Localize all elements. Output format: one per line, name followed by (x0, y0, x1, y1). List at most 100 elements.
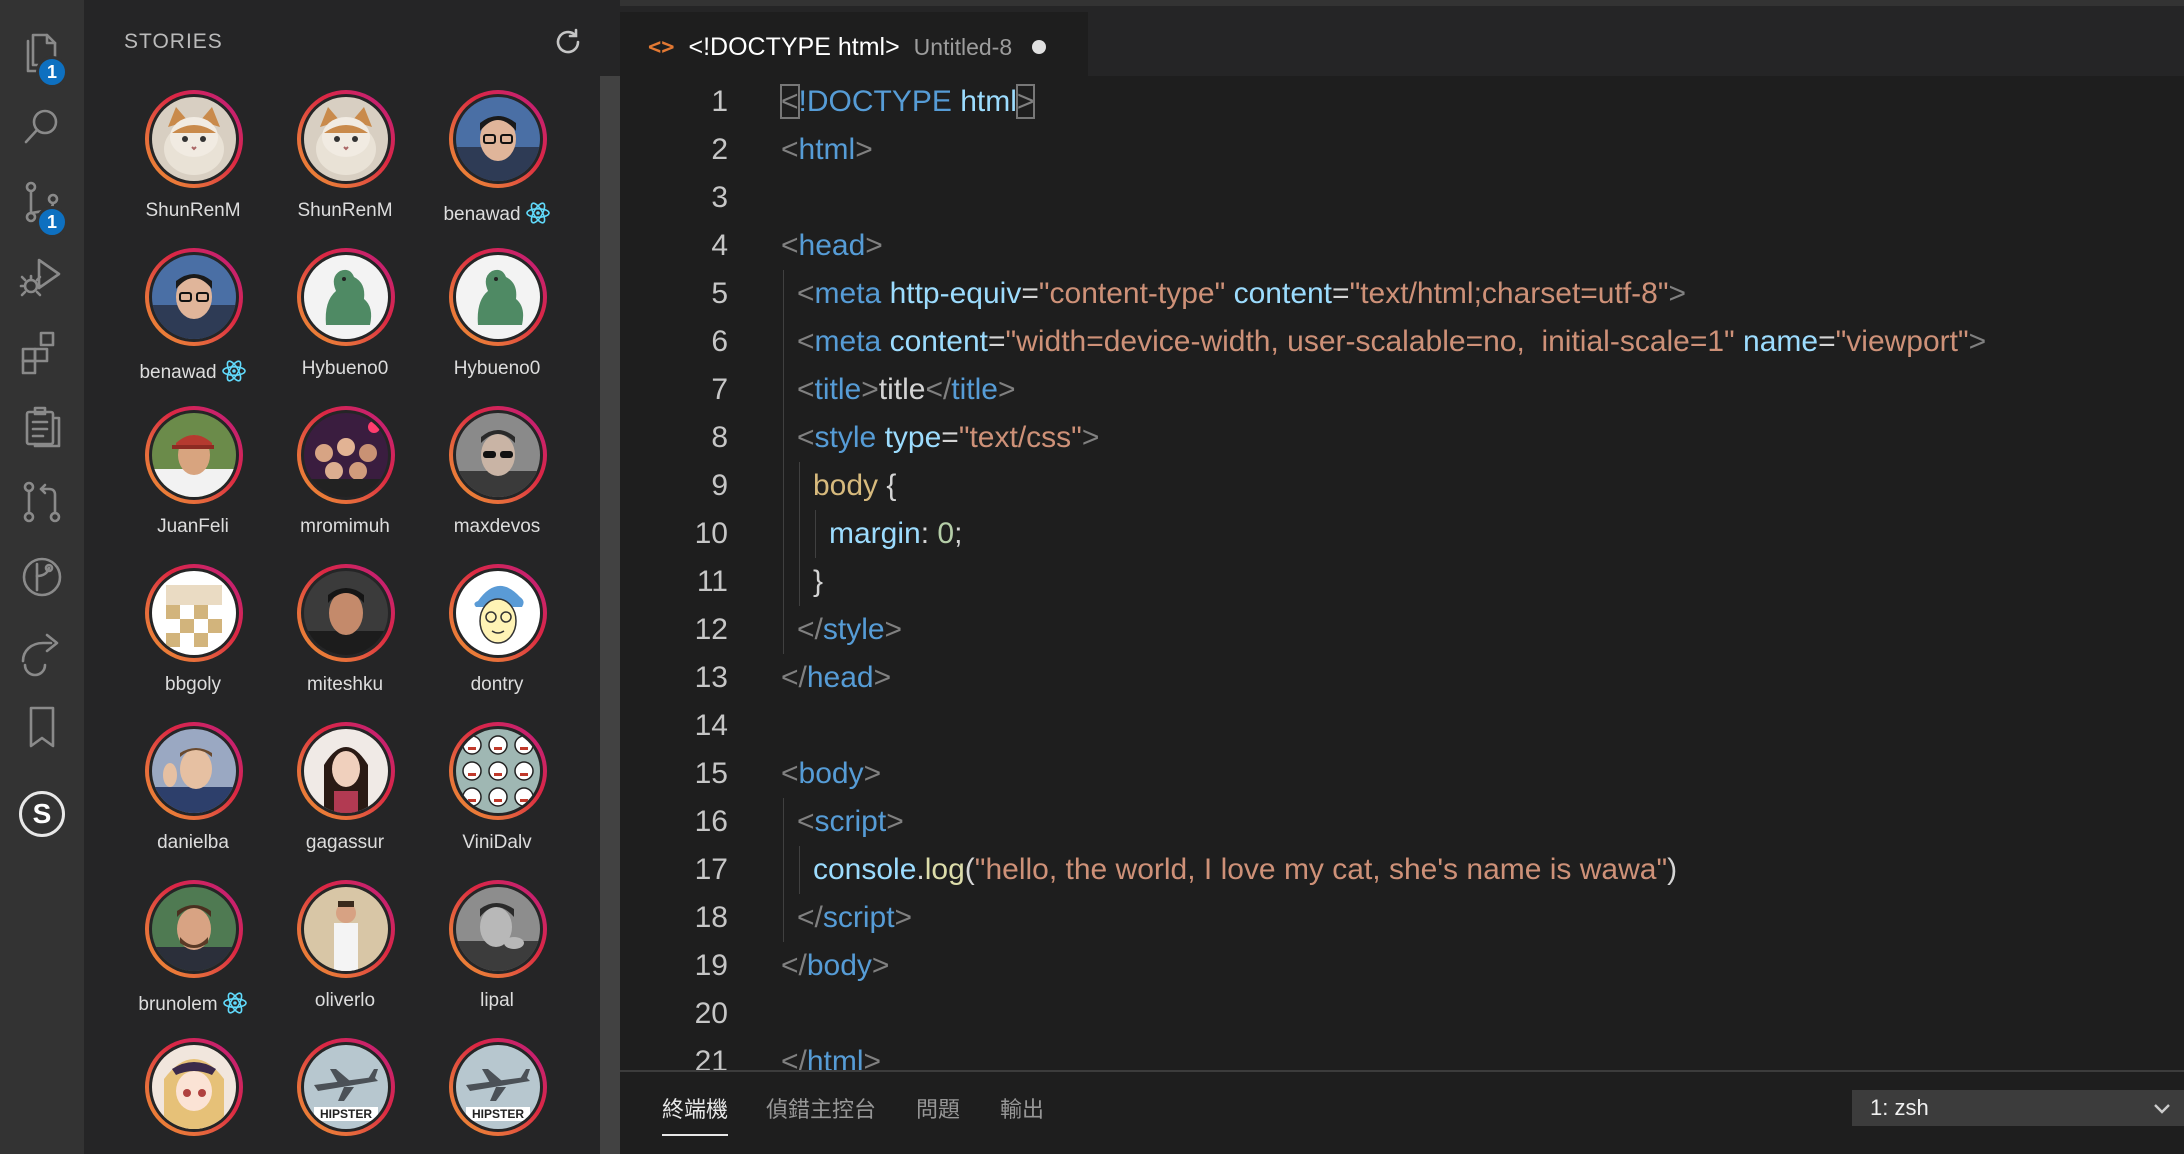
code-line[interactable]: 17 console.log("hello, the world, I love … (620, 846, 2184, 894)
clipboard-icon (17, 402, 67, 457)
story-ring[interactable] (297, 564, 395, 662)
unsaved-dot-icon[interactable] (1032, 40, 1047, 54)
code-editor[interactable]: 1 <!DOCTYPE html> 2 <html> 3 4 <head> 5 <meta ht… (620, 76, 2184, 1070)
story-item[interactable]: Hybueno0 (421, 248, 573, 406)
story-item[interactable]: JuanFeli (117, 406, 269, 564)
code-token: = (1818, 325, 1836, 358)
story-ring[interactable] (297, 406, 395, 504)
story-item[interactable]: HIPSTER (421, 1038, 573, 1154)
avatar-caption: HIPSTER (319, 1107, 372, 1121)
story-ring[interactable] (449, 880, 547, 978)
story-ring[interactable]: HIPSTER (449, 1038, 547, 1136)
story-item[interactable]: benawad (117, 248, 269, 406)
tab-description: Untitled-8 (913, 33, 1013, 60)
editor-tab[interactable]: <> <!DOCTYPE html> Untitled-8 (620, 12, 1088, 82)
code-line[interactable]: 10 margin: 0; (620, 510, 2184, 558)
story-item[interactable]: miteshku (269, 564, 421, 722)
code-line[interactable]: 4 <head> (620, 222, 2184, 270)
story-item[interactable]: HIPSTER (269, 1038, 421, 1154)
story-item[interactable]: ViniDalv (421, 722, 573, 880)
story-item[interactable]: mromimuh (269, 406, 421, 564)
refresh-icon[interactable] (552, 26, 584, 58)
story-item[interactable]: bbgoly (117, 564, 269, 722)
story-item[interactable]: benawad (421, 90, 573, 248)
story-item[interactable]: oliverlo (269, 880, 421, 1038)
activity-run-debug-button[interactable] (0, 237, 84, 321)
story-ring[interactable] (145, 90, 243, 188)
story-ring[interactable] (297, 722, 395, 820)
code-line[interactable]: 11} (620, 558, 2184, 606)
story-item[interactable]: ShunRenM (269, 90, 421, 248)
story-ring[interactable]: HIPSTER (297, 1038, 395, 1136)
story-item[interactable]: Hybueno0 (269, 248, 421, 406)
story-username-text: oliverlo (314, 990, 376, 1011)
story-ring[interactable] (449, 248, 547, 346)
story-item[interactable]: danielba (117, 722, 269, 880)
code-token: < (797, 277, 815, 310)
activity-source-control-button[interactable]: 1 (0, 162, 84, 246)
avatar (152, 887, 236, 971)
code-line[interactable]: 20 (620, 990, 2184, 1038)
activity-stories-button[interactable]: S (0, 762, 84, 846)
notification-badge: 1 (36, 206, 68, 238)
code-line[interactable]: 9 body { (620, 462, 2184, 510)
story-ring[interactable] (449, 406, 547, 504)
tab-output[interactable]: 輸出 (1000, 1092, 1044, 1136)
code-line[interactable]: 16 <script> (620, 798, 2184, 846)
sidebar-scrollbar-thumb[interactable] (600, 76, 620, 1154)
story-ring[interactable] (449, 90, 547, 188)
code-line[interactable]: 19 </body> (620, 942, 2184, 990)
code-token: < (797, 373, 815, 406)
code-line[interactable]: 18 </script> (620, 894, 2184, 942)
activity-live-share-button[interactable] (0, 612, 84, 696)
story-item[interactable]: lipal (421, 880, 573, 1038)
terminal-select[interactable]: 1: zsh (1852, 1090, 2184, 1126)
avatar (304, 729, 388, 813)
indent-guide (783, 270, 784, 654)
activity-pull-requests-button[interactable] (0, 462, 84, 546)
story-item[interactable]: gagassur (269, 722, 421, 880)
story-item[interactable]: dontry (421, 564, 573, 722)
code-line[interactable]: 15 <body> (620, 750, 2184, 798)
story-item[interactable] (117, 1038, 269, 1154)
run-debug-icon (17, 252, 67, 307)
code-line[interactable]: 12 </style> (620, 606, 2184, 654)
code-token: : (920, 517, 938, 550)
code-line[interactable]: 1 <!DOCTYPE html> (620, 78, 2184, 126)
tab-problems[interactable]: 問題 (916, 1092, 960, 1136)
story-ring[interactable] (145, 880, 243, 978)
story-ring[interactable] (297, 248, 395, 346)
story-ring[interactable] (297, 880, 395, 978)
activity-search-button[interactable] (0, 87, 84, 171)
story-username-text: ShunRenM (297, 200, 393, 221)
code-line[interactable]: 5 <meta http-equiv="content-type" content… (620, 270, 2184, 318)
tab-terminal[interactable]: 終端機 (662, 1092, 729, 1136)
story-ring[interactable] (449, 564, 547, 662)
activity-explorer-button[interactable]: 1 (0, 12, 84, 96)
activity-bookmarks-button[interactable] (0, 687, 84, 771)
story-ring[interactable] (145, 406, 243, 504)
story-ring[interactable] (145, 564, 243, 662)
code-line[interactable]: 13 </head> (620, 654, 2184, 702)
code-line[interactable]: 8 <style type="text/css"> (620, 414, 2184, 462)
code-line[interactable]: 2 <html> (620, 126, 2184, 174)
code-line[interactable]: 3 (620, 174, 2184, 222)
story-item[interactable]: brunolem (117, 880, 269, 1038)
story-ring[interactable] (145, 722, 243, 820)
code-line[interactable]: 6 <meta content="width=device-width, user… (620, 318, 2184, 366)
code-line[interactable]: 7 <title>title</title> (620, 366, 2184, 414)
story-ring[interactable] (449, 722, 547, 820)
code-line[interactable]: 21 </html> (620, 1038, 2184, 1070)
code-token: > (865, 229, 883, 262)
story-username: danielba (117, 832, 269, 854)
story-item[interactable]: ShunRenM (117, 90, 269, 248)
story-ring[interactable] (297, 90, 395, 188)
story-ring[interactable] (145, 248, 243, 346)
activity-clipboard-button[interactable] (0, 387, 84, 471)
activity-git-graph-button[interactable] (0, 537, 84, 621)
activity-extensions-button[interactable] (0, 312, 84, 396)
tab-debug-console[interactable]: 偵錯主控台 (766, 1092, 876, 1136)
story-ring[interactable] (145, 1038, 243, 1136)
story-item[interactable]: maxdevos (421, 406, 573, 564)
code-line[interactable]: 14 (620, 702, 2184, 750)
